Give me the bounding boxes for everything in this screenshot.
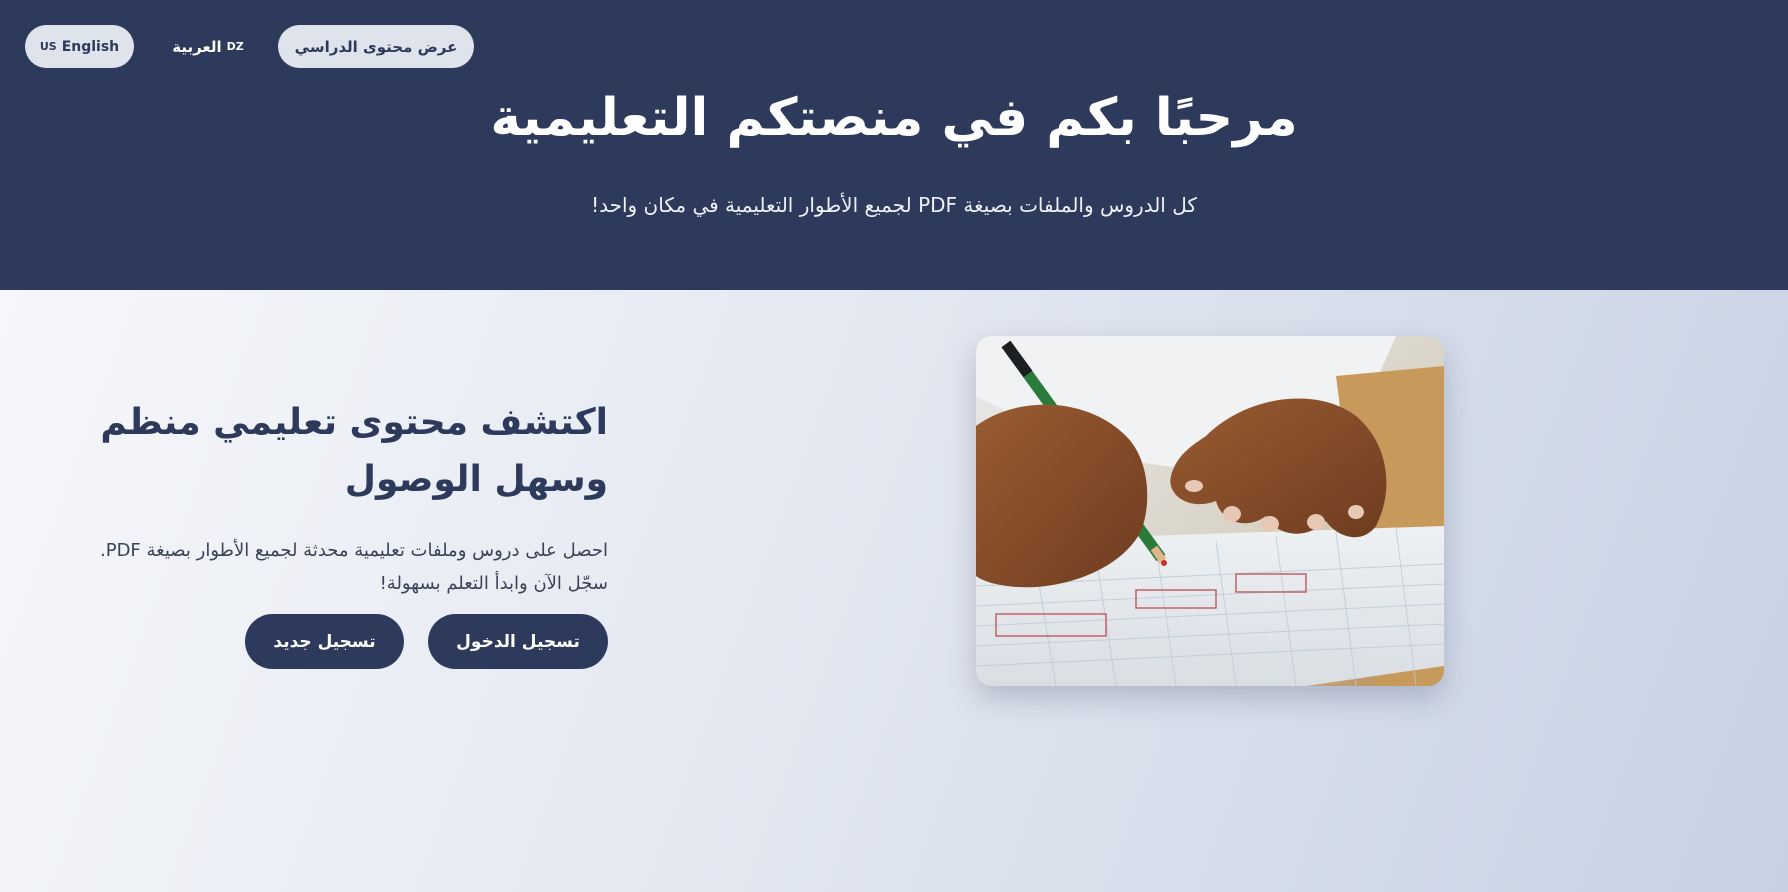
student-writing-photo: [976, 336, 1444, 686]
language-arabic-label: العربية: [172, 37, 222, 56]
cta-buttons: تسجيل الدخول تسجيل جديد: [245, 614, 608, 669]
section-title-line-2: وسهل الوصول: [344, 459, 608, 500]
section-description-line-1: احصل على دروس وملفات تعليمية محدثة لجميع…: [99, 540, 608, 561]
student-writing-illustration: [976, 336, 1444, 686]
language-arabic-button[interactable]: العربية DZ: [168, 25, 248, 68]
hero-section: اكتشف محتوى تعليمي منظم وسهل الوصول احصل…: [0, 290, 1788, 892]
section-description: احصل على دروس وملفات تعليمية محدثة لجميع…: [25, 534, 608, 600]
dz-flag-icon: DZ: [226, 40, 244, 53]
section-description-line-2: سجّل الآن وابدأ التعلم بسهولة!: [379, 573, 608, 594]
register-button[interactable]: تسجيل جديد: [245, 614, 404, 669]
us-flag-icon: US: [39, 40, 57, 53]
section-title-line-1: اكتشف محتوى تعليمي منظم: [100, 402, 608, 443]
language-english-button[interactable]: US English: [25, 25, 134, 68]
view-content-button[interactable]: عرض محتوى الدراسي: [278, 25, 474, 68]
page-subtitle: كل الدروس والملفات بصيغة PDF لجميع الأطو…: [591, 193, 1197, 217]
page-title: مرحبًا بكم في منصتكم التعليمية: [490, 88, 1298, 148]
login-button[interactable]: تسجيل الدخول: [428, 614, 608, 669]
site-header: US English العربية DZ عرض محتوى الدراسي …: [0, 0, 1788, 290]
top-nav: US English العربية DZ عرض محتوى الدراسي: [25, 25, 474, 68]
language-english-label: English: [61, 38, 120, 55]
section-title: اكتشف محتوى تعليمي منظم وسهل الوصول: [25, 394, 608, 508]
